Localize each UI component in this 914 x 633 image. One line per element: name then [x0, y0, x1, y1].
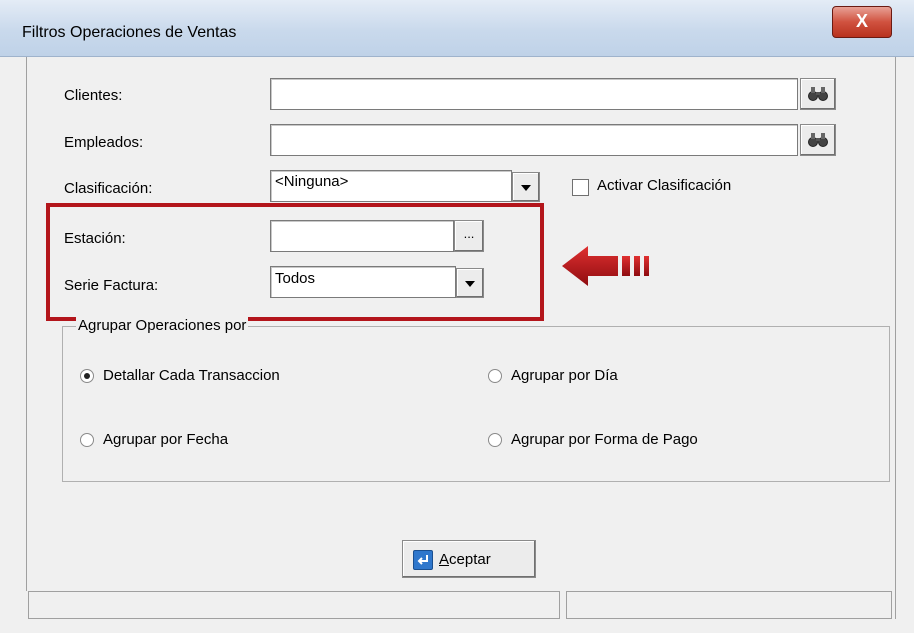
empleados-input[interactable]	[270, 124, 798, 156]
binoculars-icon	[808, 87, 828, 101]
binoculars-icon	[808, 133, 828, 147]
radio-agrupar-dia-label: Agrupar por Día	[511, 367, 618, 384]
activar-clasificacion-label: Activar Clasificación	[597, 177, 732, 194]
clasificacion-select[interactable]: <Ninguna>	[270, 170, 512, 202]
radio-detallar[interactable]	[80, 369, 94, 383]
status-bar	[26, 591, 894, 621]
clientes-search-button[interactable]	[800, 78, 836, 110]
highlight-box	[46, 203, 544, 321]
radio-agrupar-fecha-label: Agrupar por Fecha	[103, 431, 229, 448]
title-bar: Filtros Operaciones de Ventas X	[0, 0, 914, 57]
radio-agrupar-dia[interactable]	[488, 369, 502, 383]
red-arrow-icon	[562, 246, 649, 286]
empleados-search-button[interactable]	[800, 124, 836, 156]
close-icon: X	[855, 11, 868, 31]
close-button[interactable]: X	[832, 6, 892, 38]
radio-selected-dot	[84, 373, 90, 379]
aceptar-label: ceptar	[449, 551, 491, 568]
chevron-down-icon	[521, 185, 531, 191]
enter-icon	[413, 550, 433, 570]
radio-agrupar-fecha[interactable]	[80, 433, 94, 447]
radio-agrupar-forma-pago-label: Agrupar por Forma de Pago	[511, 431, 698, 448]
clientes-label: Clientes:	[64, 87, 123, 104]
empleados-label: Empleados:	[64, 134, 144, 151]
radio-detallar-label: Detallar Cada Transaccion	[103, 367, 280, 384]
activar-clasificacion-checkbox[interactable]	[572, 179, 589, 196]
agrupar-groupbox	[62, 326, 890, 482]
status-panel-right	[566, 591, 892, 619]
clasificacion-label: Clasificación:	[64, 180, 153, 197]
radio-agrupar-forma-pago[interactable]	[488, 433, 502, 447]
clientes-input[interactable]	[270, 78, 798, 110]
aceptar-mnemonic: A	[439, 551, 450, 568]
clasificacion-dropdown-button[interactable]	[512, 172, 540, 202]
window-title: Filtros Operaciones de Ventas	[22, 24, 237, 41]
aceptar-button[interactable]: Aceptar	[402, 540, 536, 578]
agrupar-group-title: Agrupar Operaciones por	[76, 317, 249, 334]
status-panel-left	[28, 591, 560, 619]
dialog-window: Filtros Operaciones de Ventas X Clientes…	[0, 0, 914, 633]
